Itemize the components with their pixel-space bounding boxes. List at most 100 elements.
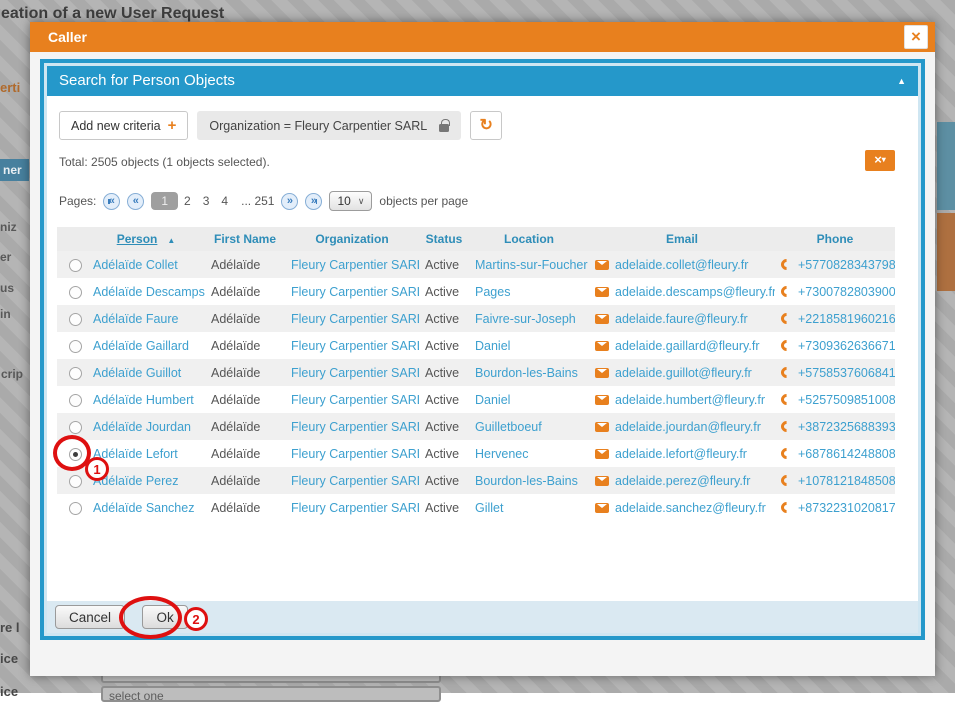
organization-link[interactable]: Fleury Carpentier SARL bbox=[291, 420, 419, 434]
email-cell: adelaide.humbert@fleury.fr bbox=[589, 386, 775, 413]
add-criteria-button[interactable]: Add new criteria + bbox=[59, 111, 188, 140]
close-icon[interactable]: × bbox=[904, 25, 928, 49]
email-link[interactable]: adelaide.collet@fleury.fr bbox=[615, 258, 748, 272]
column-header-status[interactable]: Status bbox=[419, 227, 469, 251]
page-number-3[interactable]: 3 bbox=[197, 192, 216, 210]
email-link[interactable]: adelaide.sanchez@fleury.fr bbox=[615, 501, 766, 515]
page-size-select[interactable]: 10 ∨ bbox=[329, 191, 372, 211]
location-link[interactable]: Bourdon-les-Bains bbox=[475, 474, 578, 488]
row-radio[interactable] bbox=[69, 502, 82, 515]
location-link[interactable]: Daniel bbox=[475, 339, 510, 353]
location-link[interactable]: Bourdon-les-Bains bbox=[475, 366, 578, 380]
organization-link[interactable]: Fleury Carpentier SARL bbox=[291, 501, 419, 515]
page-number-2[interactable]: 2 bbox=[178, 192, 197, 210]
email-link[interactable]: adelaide.humbert@fleury.fr bbox=[615, 393, 765, 407]
person-link[interactable]: Adélaïde Sanchez bbox=[93, 501, 194, 515]
row-radio[interactable] bbox=[69, 259, 82, 272]
person-link[interactable]: Adélaïde Faure bbox=[93, 312, 178, 326]
location-link[interactable]: Pages bbox=[475, 285, 510, 299]
person-cell: Adélaïde Descamps bbox=[87, 278, 205, 305]
row-select-cell bbox=[57, 251, 87, 278]
row-radio[interactable] bbox=[69, 313, 82, 326]
person-link[interactable]: Adélaïde Descamps bbox=[93, 285, 205, 299]
phone-link[interactable]: +5770828343798 bbox=[798, 258, 895, 272]
email-link[interactable]: adelaide.perez@fleury.fr bbox=[615, 474, 750, 488]
organization-link[interactable]: Fleury Carpentier SARL bbox=[291, 447, 419, 461]
organization-link[interactable]: Fleury Carpentier SARL bbox=[291, 312, 419, 326]
phone-link[interactable]: +1078121848508 bbox=[798, 474, 895, 488]
person-cell: Adélaïde Lefort bbox=[87, 440, 205, 467]
page-number-1[interactable]: 1 bbox=[151, 192, 178, 210]
organization-link[interactable]: Fleury Carpentier SARL bbox=[291, 258, 419, 272]
table-config-button[interactable]: ×▾ bbox=[865, 150, 895, 171]
column-header-person[interactable]: Person▲ bbox=[87, 227, 205, 251]
refresh-button[interactable]: ↻ bbox=[470, 111, 502, 140]
phone-link[interactable]: +2218581960216 bbox=[798, 312, 895, 326]
ok-button[interactable]: Ok bbox=[142, 605, 187, 629]
organization-link[interactable]: Fleury Carpentier SARL bbox=[291, 474, 419, 488]
next-page-icon[interactable]: » bbox=[281, 193, 298, 210]
column-header-first-name[interactable]: First Name bbox=[205, 227, 285, 251]
phone-link[interactable]: +7300782803900 bbox=[798, 285, 895, 299]
first-name-cell: Adélaïde bbox=[205, 278, 285, 305]
mail-icon bbox=[595, 449, 609, 459]
location-link[interactable]: Martins-sur-Foucher bbox=[475, 258, 588, 272]
phone-link[interactable]: +6878614248808 bbox=[798, 447, 895, 461]
background-form-label: niz bbox=[0, 220, 17, 234]
mail-icon bbox=[595, 341, 609, 351]
criteria-pill-organization[interactable]: Organization = Fleury Carpentier SARL bbox=[197, 111, 461, 140]
phone-link[interactable]: +3872325688393 bbox=[798, 420, 895, 434]
column-header-location[interactable]: Location bbox=[469, 227, 589, 251]
search-panel-header[interactable]: Search for Person Objects ▲ bbox=[47, 66, 918, 96]
person-link[interactable]: Adélaïde Guillot bbox=[93, 366, 181, 380]
organization-link[interactable]: Fleury Carpentier SARL bbox=[291, 393, 419, 407]
email-link[interactable]: adelaide.jourdan@fleury.fr bbox=[615, 420, 761, 434]
person-link[interactable]: Adélaïde Jourdan bbox=[93, 420, 191, 434]
phone-link[interactable]: +7309362636671 bbox=[798, 339, 895, 353]
location-link[interactable]: Guilletboeuf bbox=[475, 420, 542, 434]
person-results-table: Person▲ First Name Organization Status L… bbox=[57, 227, 895, 521]
phone-link[interactable]: +8732231020817 bbox=[798, 501, 895, 515]
row-radio[interactable] bbox=[69, 340, 82, 353]
location-link[interactable]: Faivre-sur-Joseph bbox=[475, 312, 576, 326]
cancel-button[interactable]: Cancel bbox=[55, 605, 125, 629]
results-summary: Total: 2505 objects (1 objects selected)… bbox=[47, 155, 918, 179]
row-radio[interactable] bbox=[69, 394, 82, 407]
email-link[interactable]: adelaide.lefort@fleury.fr bbox=[615, 447, 747, 461]
row-radio[interactable] bbox=[69, 475, 82, 488]
email-link[interactable]: adelaide.descamps@fleury.fr bbox=[615, 285, 775, 299]
phone-link[interactable]: +5758537606841 bbox=[798, 366, 895, 380]
email-link[interactable]: adelaide.guillot@fleury.fr bbox=[615, 366, 752, 380]
location-link[interactable]: Hervenec bbox=[475, 447, 529, 461]
total-objects-text: Total: 2505 objects (1 objects selected)… bbox=[59, 155, 270, 169]
row-radio[interactable] bbox=[69, 421, 82, 434]
person-link[interactable]: Adélaïde Collet bbox=[93, 258, 178, 272]
email-link[interactable]: adelaide.faure@fleury.fr bbox=[615, 312, 748, 326]
location-cell: Gillet bbox=[469, 494, 589, 521]
row-radio[interactable] bbox=[69, 367, 82, 380]
row-radio-selected[interactable] bbox=[69, 448, 82, 461]
organization-link[interactable]: Fleury Carpentier SARL bbox=[291, 339, 419, 353]
page-number-4[interactable]: 4 bbox=[215, 192, 234, 210]
person-link[interactable]: Adélaïde Perez bbox=[93, 474, 178, 488]
email-link[interactable]: adelaide.gaillard@fleury.fr bbox=[615, 339, 759, 353]
last-page-icon[interactable]: » bbox=[305, 193, 322, 210]
previous-page-icon[interactable]: « bbox=[127, 193, 144, 210]
column-header-organization[interactable]: Organization bbox=[285, 227, 419, 251]
phone-link[interactable]: +5257509851008 bbox=[798, 393, 895, 407]
location-link[interactable]: Gillet bbox=[475, 501, 503, 515]
row-radio[interactable] bbox=[69, 286, 82, 299]
organization-link[interactable]: Fleury Carpentier SARL bbox=[291, 285, 419, 299]
person-link[interactable]: Adélaïde Humbert bbox=[93, 393, 194, 407]
phone-cell: +5770828343798 bbox=[775, 251, 895, 278]
location-cell: Faivre-sur-Joseph bbox=[469, 305, 589, 332]
column-header-email[interactable]: Email bbox=[589, 227, 775, 251]
person-link[interactable]: Adélaïde Gaillard bbox=[93, 339, 189, 353]
search-panel: Search for Person Objects ▲ Add new crit… bbox=[40, 59, 925, 640]
first-page-icon[interactable]: « bbox=[103, 193, 120, 210]
location-link[interactable]: Daniel bbox=[475, 393, 510, 407]
column-header-phone[interactable]: Phone bbox=[775, 227, 895, 251]
person-link[interactable]: Adélaïde Lefort bbox=[93, 447, 178, 461]
organization-link[interactable]: Fleury Carpentier SARL bbox=[291, 366, 419, 380]
person-cell: Adélaïde Collet bbox=[87, 251, 205, 278]
